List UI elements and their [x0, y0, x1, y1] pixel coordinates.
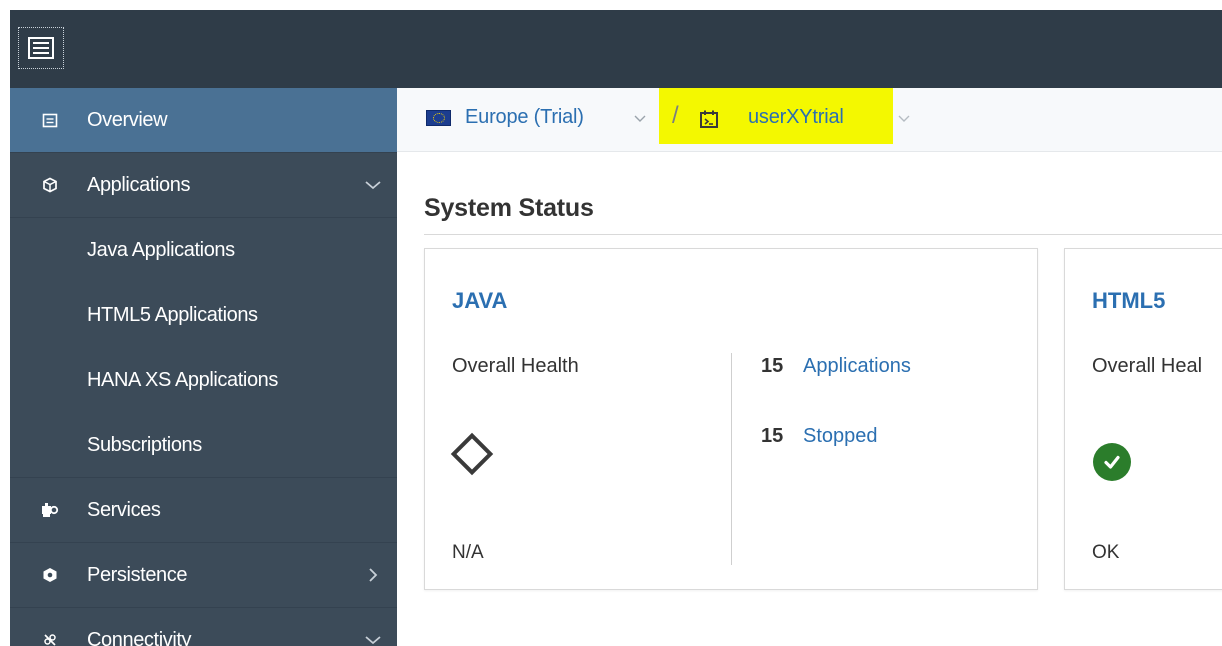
sidebar-item-applications[interactable]: Applications [10, 153, 397, 218]
hamburger-menu-icon [28, 37, 54, 59]
diamond-outline-icon [450, 432, 494, 476]
subaccount-icon [699, 109, 719, 129]
sidebar-subitem-subscriptions[interactable]: Subscriptions [10, 413, 397, 478]
sidebar-item-label: Overview [87, 108, 168, 131]
chevron-down-icon[interactable] [897, 114, 911, 124]
sidebar-item-label: Persistence [87, 563, 188, 586]
sidebar-subitem-label: Subscriptions [87, 433, 202, 456]
chevron-down-icon[interactable] [363, 633, 383, 646]
sidebar-item-label: Applications [87, 173, 191, 196]
sidebar-navigation: Overview Applications Java Applications … [10, 88, 397, 646]
sidebar-item-overview[interactable]: Overview [10, 88, 397, 153]
applications-link[interactable]: Applications [803, 355, 911, 378]
section-divider [424, 234, 1222, 235]
sidebar-subitem-java-applications[interactable]: Java Applications [10, 218, 397, 283]
tile-title: HTML5 [1092, 288, 1166, 313]
chevron-down-icon[interactable] [633, 114, 647, 124]
page-title: System Status [424, 194, 594, 222]
tile-title: JAVA [452, 288, 508, 313]
health-status: OK [1092, 542, 1120, 563]
stopped-link[interactable]: Stopped [803, 425, 878, 448]
main-content: Europe (Trial) / userXYtrial System Stat… [397, 88, 1222, 646]
sidebar-item-persistence[interactable]: Persistence [10, 543, 397, 608]
breadcrumb-account-link[interactable]: userXYtrial [748, 106, 844, 129]
stat-stopped: 15 Stopped [761, 425, 878, 448]
sidebar-subitem-hana-xs-applications[interactable]: HANA XS Applications [10, 348, 397, 413]
sidebar-item-label: Services [87, 498, 161, 521]
health-label: Overall Health [452, 355, 579, 377]
connectivity-icon [41, 631, 59, 646]
chevron-right-icon[interactable] [363, 568, 383, 582]
eu-flag-icon [426, 110, 451, 126]
sidebar-subitem-html5-applications[interactable]: HTML5 Applications [10, 283, 397, 348]
health-label: Overall Heal [1092, 355, 1203, 377]
sidebar-subitem-label: Java Applications [87, 239, 235, 261]
sidebar-item-connectivity[interactable]: Connectivity [10, 608, 397, 646]
breadcrumb: Europe (Trial) / userXYtrial [397, 88, 1222, 152]
breadcrumb-separator: / [672, 102, 679, 129]
persistence-icon [41, 566, 59, 584]
sidebar-subitem-label: HANA XS Applications [87, 369, 278, 391]
html5-status-tile[interactable]: HTML5 Overall Heal OK [1064, 248, 1222, 590]
sidebar-subitem-label: HTML5 Applications [87, 304, 258, 326]
sidebar-item-label: Connectivity [87, 628, 192, 646]
chevron-down-icon[interactable] [363, 178, 383, 192]
stat-applications: 15 Applications [761, 355, 911, 378]
tile-divider [731, 353, 732, 565]
checkmark-circle-icon [1093, 443, 1131, 481]
stat-count: 15 [761, 425, 784, 447]
stat-count: 15 [761, 355, 784, 377]
java-status-tile[interactable]: JAVA Overall Health N/A 15 Applications … [424, 248, 1038, 590]
services-icon [41, 501, 59, 519]
hamburger-menu-button[interactable] [18, 27, 64, 69]
breadcrumb-region-link[interactable]: Europe (Trial) [465, 106, 584, 129]
applications-icon [41, 176, 59, 194]
shell-bar [10, 10, 1222, 88]
health-status: N/A [452, 542, 484, 563]
overview-icon [41, 111, 59, 129]
sidebar-item-services[interactable]: Services [10, 478, 397, 543]
